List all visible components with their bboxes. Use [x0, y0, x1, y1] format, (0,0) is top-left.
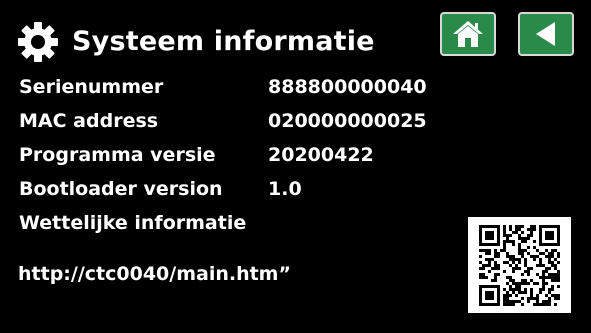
- bootloader-value: 1.0: [268, 178, 302, 200]
- mac-value: 020000000025: [268, 110, 427, 132]
- program-version-label: Programma versie: [19, 144, 216, 166]
- page-title: Systeem informatie: [72, 26, 375, 57]
- bootloader-label: Bootloader version: [19, 178, 223, 200]
- web-url: http://ctc0040/main.htm”: [18, 263, 291, 285]
- mac-label: MAC address: [19, 110, 159, 132]
- serial-value: 888800000040: [268, 76, 427, 98]
- header-bar: Systeem informatie: [0, 0, 591, 70]
- home-icon: [453, 21, 483, 47]
- back-button[interactable]: [518, 12, 574, 56]
- info-row-bootloader: Bootloader version 1.0: [19, 174, 579, 204]
- info-row-mac: MAC address 020000000025: [19, 106, 579, 136]
- info-row-program-version: Programma versie 20200422: [19, 140, 579, 170]
- program-version-value: 20200422: [268, 144, 374, 166]
- info-row-serial: Serienummer 888800000040: [19, 72, 579, 102]
- gear-icon: [16, 20, 60, 64]
- serial-label: Serienummer: [19, 76, 164, 98]
- qr-code: [468, 217, 571, 313]
- back-arrow-icon: [536, 22, 555, 46]
- home-button[interactable]: [440, 12, 496, 56]
- legal-info-label: Wettelijke informatie: [19, 212, 247, 234]
- system-info-screen: Systeem informatie Serienummer 888800000…: [0, 0, 591, 333]
